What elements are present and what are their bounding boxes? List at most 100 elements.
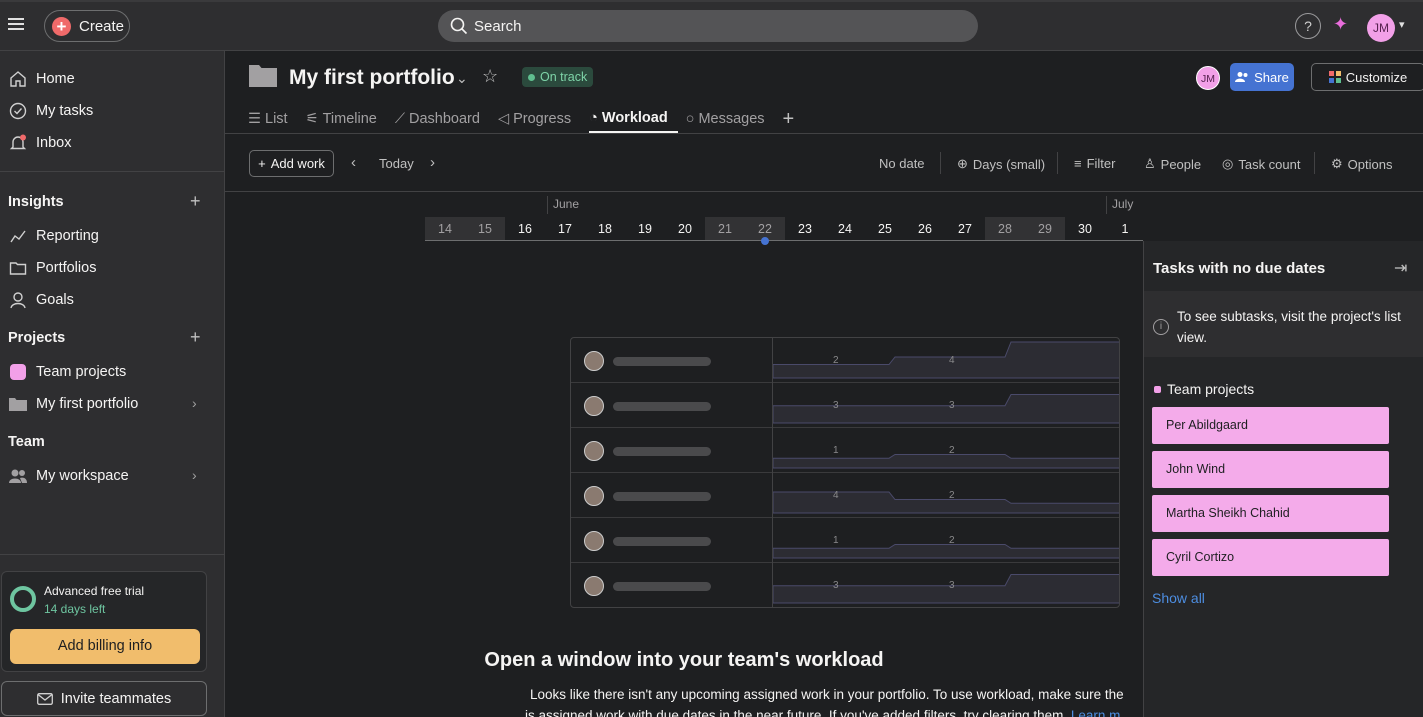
hamburger-menu-icon[interactable] xyxy=(8,15,28,35)
share-button[interactable]: Share xyxy=(1230,63,1294,91)
day-cell: 20 xyxy=(678,222,692,236)
top-bar: + Create Search ? ✦ JM ▾ xyxy=(0,0,1423,51)
dashboard-icon: ⟋ xyxy=(394,111,405,127)
sidebar-item-goals[interactable]: Goals xyxy=(0,285,224,315)
tab-list[interactable]: ☰ List xyxy=(248,105,298,133)
tab-dashboard[interactable]: ⟋ Dashboard xyxy=(395,105,490,133)
sidebar-item-my-first-portfolio[interactable]: My first portfolio xyxy=(0,389,224,419)
people-label: People xyxy=(1160,156,1202,172)
empty-state-body: Looks like there isn't any upcoming assi… xyxy=(525,684,1143,717)
workload-area xyxy=(773,454,1119,469)
person-icon: ♙ xyxy=(1144,156,1156,171)
no-date-button[interactable]: No date xyxy=(879,156,925,171)
folder-icon xyxy=(8,258,28,278)
member-avatar[interactable]: JM xyxy=(1196,66,1220,90)
divider xyxy=(940,152,941,174)
sidebar-item-reporting[interactable]: Reporting xyxy=(0,221,224,251)
placeholder-name-bar xyxy=(613,582,711,591)
day-cell: 26 xyxy=(918,222,932,236)
portfolio-folder-icon xyxy=(249,65,277,87)
reporting-chart-icon xyxy=(8,226,28,246)
ai-sparkle-icon[interactable]: ✦ xyxy=(1333,14,1348,35)
workload-step-chart xyxy=(773,491,1119,514)
add-insight-plus-icon[interactable]: + xyxy=(190,191,201,212)
workload-illustration: 248336121421121336 xyxy=(570,337,1120,608)
status-badge[interactable]: On track xyxy=(522,67,594,87)
workload-area xyxy=(773,544,1119,559)
filter-label: Filter xyxy=(1086,156,1116,171)
chevron-right-icon[interactable]: › xyxy=(430,154,435,171)
workload-toolbar: + Add work ‹ Today › No date ⊕ Days (smal… xyxy=(225,134,1423,192)
divider xyxy=(1057,152,1058,174)
tab-workload[interactable]: ◔ Workload xyxy=(589,105,678,133)
task-card[interactable]: John Wind xyxy=(1152,451,1389,488)
create-button[interactable]: + Create xyxy=(44,10,130,42)
day-cell: 25 xyxy=(878,222,892,236)
chevron-right-icon[interactable]: › xyxy=(192,467,197,483)
task-count-label: 3 xyxy=(833,580,839,591)
add-tab-plus-icon[interactable]: + xyxy=(783,105,795,133)
zoom-days-button[interactable]: ⊕ Days (small) xyxy=(957,156,1045,172)
collapse-panel-icon[interactable]: ⇥ xyxy=(1394,258,1407,278)
tab-label: Dashboard xyxy=(409,111,480,127)
sidebar-item-label: My first portfolio xyxy=(36,396,139,412)
placeholder-name-bar xyxy=(613,402,711,411)
add-work-label: Add work xyxy=(270,156,325,171)
filter-button[interactable]: ≡ Filter xyxy=(1074,156,1115,171)
people-icon xyxy=(8,466,28,486)
day-cell: 19 xyxy=(638,222,652,236)
task-card[interactable]: Per Abildgaard xyxy=(1152,407,1389,444)
customize-button[interactable]: Customize xyxy=(1311,63,1423,91)
task-count-label: 3 xyxy=(949,580,955,591)
task-count-button[interactable]: ◎ Task count xyxy=(1222,156,1301,172)
today-button[interactable]: Today xyxy=(379,156,414,171)
sidebar-item-inbox[interactable]: Inbox xyxy=(0,128,224,158)
chevron-down-icon[interactable]: ▾ xyxy=(1399,18,1405,31)
task-count-label: 3 xyxy=(833,400,839,411)
projects-header[interactable]: Projects xyxy=(8,330,65,346)
show-all-link[interactable]: Show all xyxy=(1152,590,1205,606)
illustration-person xyxy=(571,518,773,563)
illustration-person xyxy=(571,428,773,473)
sidebar-item-team-projects[interactable]: Team projects xyxy=(0,357,224,387)
workload-area xyxy=(773,341,1119,379)
task-card[interactable]: Martha Sheikh Chahid xyxy=(1152,495,1389,532)
sidebar-item-my-workspace[interactable]: My workspace xyxy=(0,461,224,491)
chevron-right-icon[interactable]: › xyxy=(192,395,197,411)
star-icon[interactable]: ☆ xyxy=(482,66,498,87)
day-cell: 24 xyxy=(838,222,852,236)
workload-area xyxy=(773,491,1119,514)
add-project-plus-icon[interactable]: + xyxy=(190,327,201,348)
page-title[interactable]: My first portfolio xyxy=(289,66,455,90)
tab-messages[interactable]: ○ Messages xyxy=(686,105,775,133)
help-icon[interactable]: ? xyxy=(1295,13,1321,39)
chevron-down-icon[interactable]: ⌄ xyxy=(456,70,468,87)
insights-header[interactable]: Insights xyxy=(8,194,64,210)
tab-timeline[interactable]: ⚟ Timeline xyxy=(306,105,387,133)
people-button[interactable]: ♙ People xyxy=(1144,156,1201,172)
illustration-person xyxy=(571,473,773,518)
sidebar-item-portfolios[interactable]: Portfolios xyxy=(0,253,224,283)
team-header[interactable]: Team xyxy=(8,434,45,450)
month-divider xyxy=(1106,196,1107,214)
sliders-icon: ⚙ xyxy=(1331,156,1343,171)
avatar xyxy=(584,351,604,371)
avatar xyxy=(584,441,604,461)
empty-state-line: Looks like there isn't any upcoming assi… xyxy=(530,687,1124,702)
search-input[interactable]: Search xyxy=(438,10,978,42)
user-avatar[interactable]: JM xyxy=(1367,14,1395,42)
sidebar-item-home[interactable]: Home xyxy=(0,64,224,94)
add-work-button[interactable]: + Add work xyxy=(249,150,334,177)
sidebar-item-my-tasks[interactable]: My tasks xyxy=(0,96,224,126)
tab-progress[interactable]: ◁ Progress xyxy=(498,105,581,133)
project-group-header: Team projects xyxy=(1154,381,1254,397)
placeholder-name-bar xyxy=(613,537,711,546)
add-billing-button[interactable]: Add billing info xyxy=(10,629,200,664)
invite-teammates-button[interactable]: Invite teammates xyxy=(1,681,207,716)
tab-label: Timeline xyxy=(322,111,377,127)
trial-progress-ring xyxy=(10,586,36,612)
chevron-left-icon[interactable]: ‹ xyxy=(351,154,356,171)
options-button[interactable]: ⚙ Options xyxy=(1331,156,1392,172)
learn-more-link[interactable]: Learn m xyxy=(1071,708,1121,717)
task-card[interactable]: Cyril Cortizo xyxy=(1152,539,1389,576)
